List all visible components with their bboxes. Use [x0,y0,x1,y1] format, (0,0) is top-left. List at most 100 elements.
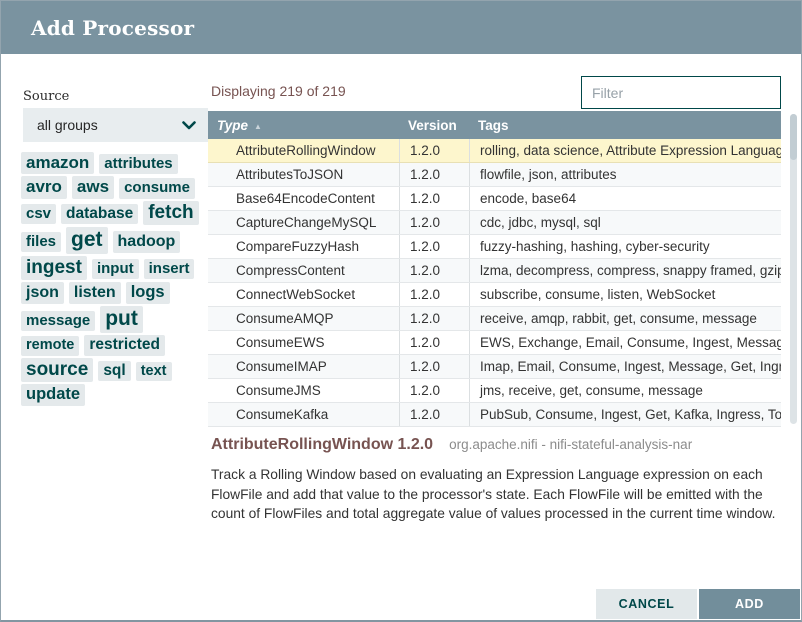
cell-version: 1.2.0 [399,331,469,354]
table-row-ConsumeKafka[interactable]: ConsumeKafka1.2.0PubSub, Consume, Ingest… [208,403,781,427]
tag-chip-put[interactable]: put [100,306,143,333]
column-header-type[interactable]: Type ▲ [208,118,399,133]
table-row-AttributeRollingWindow[interactable]: AttributeRollingWindow1.2.0rolling, data… [208,139,781,163]
cell-version: 1.2.0 [399,211,469,234]
tag-chip-remote[interactable]: remote [21,336,79,356]
tag-chip-database[interactable]: database [61,204,138,225]
table-row-CompressContent[interactable]: CompressContent1.2.0lzma, decompress, co… [208,259,781,283]
cell-version: 1.2.0 [399,259,469,282]
dialog-header: Add Processor [1,1,801,54]
cell-version: 1.2.0 [399,307,469,330]
cell-version: 1.2.0 [399,379,469,402]
selected-processor-title: AttributeRollingWindow 1.2.0 [211,436,433,454]
table-row-ConsumeAMQP[interactable]: ConsumeAMQP1.2.0receive, amqp, rabbit, g… [208,307,781,331]
table-scrollbar[interactable] [790,114,797,424]
cell-version: 1.2.0 [399,235,469,258]
table-row-ConsumeEWS[interactable]: ConsumeEWS1.2.0EWS, Exchange, Email, Con… [208,331,781,355]
cell-tags: fuzzy-hashing, hashing, cyber-security [469,235,781,258]
source-label: Source [23,89,69,104]
tag-cloud-line: sourcesqltext [21,358,213,383]
selected-processor-bundle: org.apache.nifi - nifi-stateful-analysis… [449,437,692,452]
tag-cloud-line: update [21,384,213,406]
cell-tags: encode, base64 [469,187,781,210]
cell-type: Base64EncodeContent [208,191,399,206]
cell-type: AttributeRollingWindow [208,143,399,158]
tag-chip-source[interactable]: source [21,358,93,383]
cell-tags: subscribe, consume, listen, WebSocket [469,283,781,306]
source-dropdown-value: all groups [37,117,98,133]
cell-tags: receive, amqp, rabbit, get, consume, mes… [469,307,781,330]
tag-cloud-line: remoterestricted [21,335,213,356]
tag-chip-hadoop[interactable]: hadoop [113,231,181,252]
column-header-version[interactable]: Version [399,118,469,133]
table-row-CaptureChangeMySQL[interactable]: CaptureChangeMySQL1.2.0cdc, jdbc, mysql,… [208,211,781,235]
cell-version: 1.2.0 [399,355,469,378]
chevron-down-icon [182,121,196,130]
tag-cloud-line: ingestinputinsert [21,256,213,281]
tag-chip-ingest[interactable]: ingest [21,256,87,281]
tag-cloud: amazonattributesavroawsconsumecsvdatabas… [21,152,213,408]
table-row-CompareFuzzyHash[interactable]: CompareFuzzyHash1.2.0fuzzy-hashing, hash… [208,235,781,259]
cell-type: CaptureChangeMySQL [208,215,399,230]
tag-chip-amazon[interactable]: amazon [21,152,94,174]
tag-chip-listen[interactable]: listen [69,282,121,303]
add-processor-dialog: Add Processor Source all groups amazonat… [0,0,802,622]
tag-chip-text[interactable]: text [136,362,172,382]
tag-cloud-line: jsonlistenlogs [21,282,213,304]
cell-version: 1.2.0 [399,403,469,426]
cell-tags: EWS, Exchange, Email, Consume, Ingest, M… [469,331,781,354]
tag-chip-logs[interactable]: logs [126,282,170,304]
cell-tags: PubSub, Consume, Ingest, Get, Kafka, Ing… [469,403,781,426]
tag-chip-consume[interactable]: consume [119,178,195,198]
dialog-title: Add Processor [31,16,194,40]
cell-type: CompressContent [208,263,399,278]
tag-cloud-line: messageput [21,306,213,333]
source-dropdown[interactable]: all groups [23,108,208,142]
tag-chip-avro[interactable]: avro [21,176,67,198]
tag-chip-message[interactable]: message [21,311,95,331]
tag-chip-restricted[interactable]: restricted [84,335,165,356]
column-header-tags[interactable]: Tags [469,118,781,133]
tag-chip-get[interactable]: get [66,227,108,254]
table-body: AttributeRollingWindow1.2.0rolling, data… [208,139,781,427]
processor-table: Type ▲ Version Tags AttributeRollingWindo… [208,111,781,427]
selected-processor-header: AttributeRollingWindow 1.2.0 org.apache.… [211,436,692,454]
tag-chip-input[interactable]: input [92,259,139,279]
tag-cloud-line: csvdatabasefetch [21,201,213,226]
table-row-ConsumeJMS[interactable]: ConsumeJMS1.2.0jms, receive, get, consum… [208,379,781,403]
cell-type: ConsumeKafka [208,407,399,422]
column-header-type-label: Type [217,118,248,133]
table-row-ConsumeIMAP[interactable]: ConsumeIMAP1.2.0Imap, Email, Consume, In… [208,355,781,379]
cancel-button[interactable]: CANCEL [596,589,697,619]
tag-cloud-line: avroawsconsume [21,176,213,198]
table-row-Base64EncodeContent[interactable]: Base64EncodeContent1.2.0encode, base64 [208,187,781,211]
cell-version: 1.2.0 [399,283,469,306]
sort-asc-icon: ▲ [254,122,262,131]
cell-version: 1.2.0 [399,187,469,210]
cell-tags: lzma, decompress, compress, snappy frame… [469,259,781,282]
filter-input[interactable] [581,76,781,109]
tag-chip-attributes[interactable]: attributes [99,154,177,174]
tag-chip-csv[interactable]: csv [21,204,56,224]
tag-chip-files[interactable]: files [21,232,61,252]
cell-type: ConsumeIMAP [208,359,399,374]
tag-cloud-line: amazonattributes [21,152,213,174]
add-button[interactable]: ADD [699,589,800,619]
tag-chip-aws[interactable]: aws [72,176,114,198]
cell-type: ConnectWebSocket [208,287,399,302]
table-row-ConnectWebSocket[interactable]: ConnectWebSocket1.2.0subscribe, consume,… [208,283,781,307]
table-scrollbar-thumb[interactable] [790,114,797,160]
cell-tags: cdc, jdbc, mysql, sql [469,211,781,234]
tag-chip-sql[interactable]: sql [98,361,130,382]
cell-version: 1.2.0 [399,139,469,162]
tag-chip-insert[interactable]: insert [144,259,195,279]
cell-tags: Imap, Email, Consume, Ingest, Message, G… [469,355,781,378]
cell-version: 1.2.0 [399,163,469,186]
table-row-AttributesToJSON[interactable]: AttributesToJSON1.2.0flowfile, json, att… [208,163,781,187]
cell-tags: flowfile, json, attributes [469,163,781,186]
tag-chip-update[interactable]: update [21,384,85,406]
cell-type: ConsumeEWS [208,335,399,350]
tag-chip-fetch[interactable]: fetch [143,201,198,226]
tag-cloud-line: filesgethadoop [21,227,213,254]
tag-chip-json[interactable]: json [21,282,64,303]
